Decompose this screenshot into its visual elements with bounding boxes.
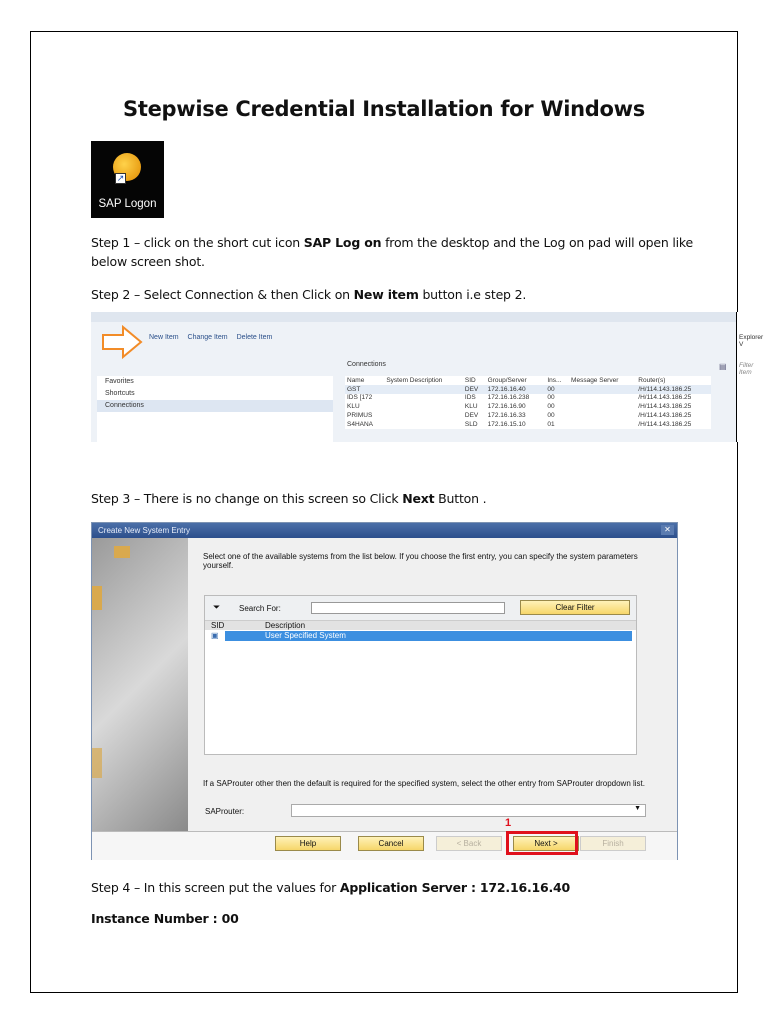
window-title-bar: [91, 312, 768, 322]
create-system-entry-dialog: Create New System Entry ✕ Select one of t…: [91, 522, 678, 860]
toolbar: New Item Change Item Delete Item: [149, 334, 279, 341]
dialog-title: Create New System Entry: [98, 526, 191, 535]
page-title: Stepwise Credential Installation for Win…: [123, 97, 645, 121]
shortcut-label: SAP Logon: [98, 198, 157, 210]
saprouter-dropdown[interactable]: ▼: [291, 804, 646, 817]
saprouter-label: SAProuter:: [205, 807, 245, 816]
filter-icon: ⏷: [213, 602, 221, 612]
table-row[interactable]: KLU KLU 172.16.16.90 00/H/114.143.186.25: [345, 402, 711, 411]
shortcut-arrow-icon: ↗: [115, 173, 126, 184]
step-1: Step 1 – click on the short cut icon SAP…: [91, 235, 694, 269]
decorative-image: [92, 538, 188, 831]
system-icon: ▣: [211, 631, 219, 640]
column-header[interactable]: Name: [345, 376, 384, 385]
sidebar-item-favorites[interactable]: Favorites: [97, 376, 333, 388]
column-sid[interactable]: SID: [211, 621, 224, 630]
clear-filter-button[interactable]: Clear Filter: [520, 600, 630, 615]
connections-table: Name System Description SID Group/Server…: [345, 376, 711, 429]
instructions: Select one of the available systems from…: [203, 552, 638, 570]
sap-logon-shortcut[interactable]: ↗ SAP Logon: [91, 141, 164, 218]
column-description[interactable]: Description: [265, 621, 305, 630]
step-2: Step 2 – Select Connection & then Click …: [91, 287, 527, 302]
sidebar: Favorites Shortcuts Connections: [97, 376, 333, 442]
search-label: Search For:: [239, 604, 281, 613]
table-row[interactable]: GST DEV 172.16.16.40 00/H/114.143.186.25: [345, 384, 711, 394]
orange-arrow-icon: [102, 325, 143, 359]
list-item[interactable]: User Specified System: [225, 631, 632, 641]
table-row[interactable]: S4HANA SLD 172.16.15.10 01/H/114.143.186.25: [345, 420, 711, 429]
explorer-pane: Explorer V Filter Item: [736, 312, 768, 442]
explorer-view-select[interactable]: Explorer V: [737, 332, 768, 350]
dialog-footer: Help Cancel < Back Next > Finish: [92, 831, 677, 860]
help-button[interactable]: Help: [275, 836, 341, 851]
sidebar-item-shortcuts[interactable]: Shortcuts: [97, 388, 333, 400]
delete-item-button[interactable]: Delete Item: [237, 334, 273, 341]
change-item-button[interactable]: Change Item: [188, 334, 228, 341]
cancel-button[interactable]: Cancel: [358, 836, 424, 851]
column-header[interactable]: Message Server: [569, 376, 636, 385]
step-3: Step 3 – There is no change on this scre…: [91, 491, 487, 506]
sap-logon-screenshot: New Item Change Item Delete Item Favorit…: [91, 312, 768, 442]
step-4: Step 4 – In this screen put the values f…: [91, 880, 571, 895]
column-header[interactable]: System Description: [384, 376, 463, 385]
search-input[interactable]: [311, 602, 505, 614]
column-header[interactable]: Router(s): [636, 376, 711, 385]
close-icon[interactable]: ✕: [661, 525, 674, 535]
sidebar-item-connections[interactable]: Connections: [97, 400, 333, 412]
filter-input[interactable]: Filter Item: [737, 360, 768, 378]
highlight-box: [506, 831, 578, 855]
connections-label: Connections: [347, 361, 386, 368]
dialog-title-bar: Create New System Entry ✕: [92, 523, 677, 538]
column-header[interactable]: SID: [463, 376, 486, 385]
finish-button[interactable]: Finish: [580, 836, 646, 851]
table-row[interactable]: IDS [172 IDS 172.16.16.238 00/H/114.143.186…: [345, 394, 711, 403]
column-header[interactable]: Group/Server: [486, 376, 546, 385]
step-marker: 1: [505, 817, 512, 829]
new-item-button[interactable]: New Item: [149, 334, 179, 341]
table-row[interactable]: PRIMUS DEV 172.16.16.33 00/H/114.143.186.25: [345, 411, 711, 420]
instance-number: Instance Number : 00: [91, 911, 239, 926]
back-button[interactable]: < Back: [436, 836, 502, 851]
system-list: ⏷ Search For: Clear Filter SID Descriptio…: [204, 595, 637, 755]
router-note: If a SAProuter other then the default is…: [203, 779, 645, 788]
column-header[interactable]: Ins...: [545, 376, 569, 385]
comment-icon[interactable]: ▤: [719, 362, 727, 371]
